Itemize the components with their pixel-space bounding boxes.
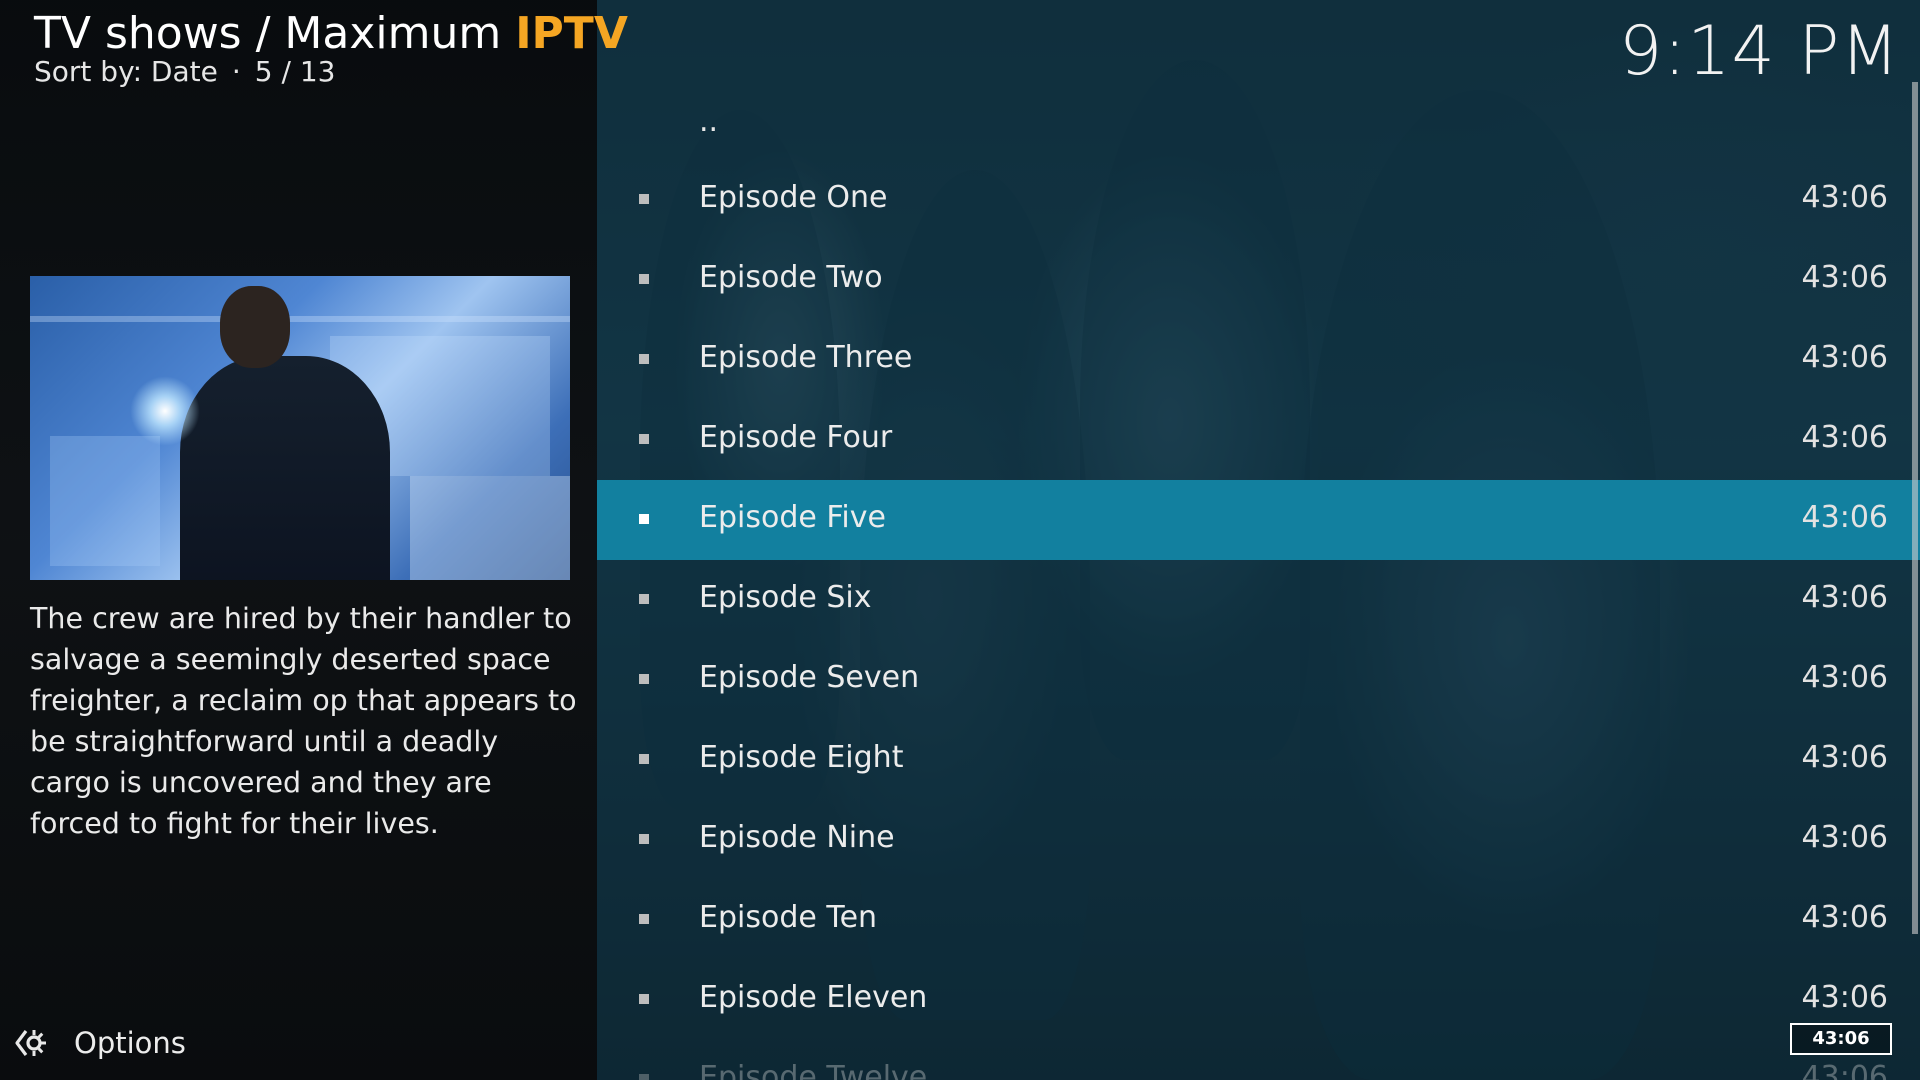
thumb-figure-body — [180, 356, 390, 580]
episode-row[interactable]: Episode Eleven 43:06 — [597, 960, 1920, 1040]
thumb-shelf — [30, 316, 570, 322]
episode-row[interactable]: Episode Three 43:06 — [597, 320, 1920, 400]
episode-duration: 43:06 — [1801, 500, 1888, 535]
episode-row[interactable]: Episode Six 43:06 — [597, 560, 1920, 640]
episode-title: Episode One — [699, 180, 888, 215]
episode-title: Episode Four — [699, 420, 893, 455]
episode-row[interactable]: Episode Seven 43:06 — [597, 640, 1920, 720]
episode-title: Episode Five — [699, 500, 886, 535]
episode-duration: 43:06 — [1801, 340, 1888, 375]
episode-duration: 43:06 — [1801, 420, 1888, 455]
thumb-panel — [410, 476, 570, 580]
episode-title: Episode Seven — [699, 660, 920, 695]
unwatched-bullet-icon — [639, 354, 649, 364]
episode-title: Episode Eleven — [699, 980, 928, 1015]
item-position: 5 / 13 — [254, 55, 336, 88]
separator-dot: · — [231, 55, 241, 88]
episode-duration: 43:06 — [1801, 580, 1888, 615]
thumb-figure-head — [220, 286, 290, 368]
episode-list: .. Episode One 43:06 Episode Two 43:06 Episo… — [597, 88, 1920, 1080]
options-button[interactable]: Options — [12, 1022, 186, 1064]
parent-folder-label: .. — [699, 104, 719, 139]
episode-title: Episode Six — [699, 580, 872, 615]
episode-duration: 43:06 — [1801, 900, 1888, 935]
unwatched-bullet-icon — [639, 754, 649, 764]
episode-duration: 43:06 — [1801, 660, 1888, 695]
sort-label[interactable]: Sort by: Date — [34, 55, 218, 88]
unwatched-bullet-icon — [639, 994, 649, 1004]
episode-duration: 43:06 — [1801, 1060, 1888, 1080]
sort-info: Sort by: Date · 5 / 13 — [34, 52, 335, 92]
unwatched-bullet-icon — [639, 674, 649, 684]
unwatched-bullet-icon — [639, 834, 649, 844]
episode-row[interactable]: Episode Ten 43:06 — [597, 880, 1920, 960]
episode-thumbnail — [30, 276, 570, 580]
episode-row-selected[interactable]: Episode Five 43:06 — [597, 480, 1920, 560]
episode-duration: 43:06 — [1801, 180, 1888, 215]
options-label: Options — [74, 1026, 186, 1060]
parent-folder-item[interactable]: .. — [597, 88, 1920, 160]
episode-title: Episode Nine — [699, 820, 895, 855]
scrollbar-track[interactable] — [1912, 82, 1918, 934]
episode-title: Episode Twelve — [699, 1060, 928, 1080]
episode-duration: 43:06 — [1801, 820, 1888, 855]
unwatched-bullet-icon — [639, 594, 649, 604]
episode-duration: 43:06 — [1801, 980, 1888, 1015]
episode-title: Episode Eight — [699, 740, 904, 775]
episode-rows: Episode One 43:06 Episode Two 43:06 Episode … — [597, 160, 1920, 1080]
unwatched-bullet-icon — [639, 514, 649, 524]
scrollbar-thumb[interactable] — [1912, 82, 1918, 934]
unwatched-bullet-icon — [639, 434, 649, 444]
gear-icon — [15, 1030, 46, 1056]
episode-duration: 43:06 — [1801, 260, 1888, 295]
episode-title: Episode Two — [699, 260, 883, 295]
unwatched-bullet-icon — [639, 194, 649, 204]
clock: 9:14 PM — [1619, 12, 1900, 91]
episode-row[interactable]: Episode Twelve 43:06 — [597, 1040, 1920, 1080]
episode-row[interactable]: Episode Two 43:06 — [597, 240, 1920, 320]
episode-row[interactable]: Episode Eight 43:06 — [597, 720, 1920, 800]
episode-row[interactable]: Episode Nine 43:06 — [597, 800, 1920, 880]
total-runtime-badge: 43:06 — [1790, 1023, 1892, 1055]
episode-row[interactable]: Episode Four 43:06 — [597, 400, 1920, 480]
unwatched-bullet-icon — [639, 914, 649, 924]
episode-row[interactable]: Episode One 43:06 — [597, 160, 1920, 240]
episode-title: Episode Ten — [699, 900, 878, 935]
episode-title: Episode Three — [699, 340, 913, 375]
episode-duration: 43:06 — [1801, 740, 1888, 775]
thumb-flash — [130, 376, 200, 446]
title-accent: IPTV — [515, 8, 628, 59]
thumb-panel — [50, 436, 160, 566]
unwatched-bullet-icon — [639, 1074, 649, 1080]
kodi-screen: TV shows / Maximum IPTV Sort by: Date · 5 … — [0, 0, 1920, 1080]
unwatched-bullet-icon — [639, 274, 649, 284]
episode-plot: The crew are hired by their handler to s… — [30, 602, 577, 840]
